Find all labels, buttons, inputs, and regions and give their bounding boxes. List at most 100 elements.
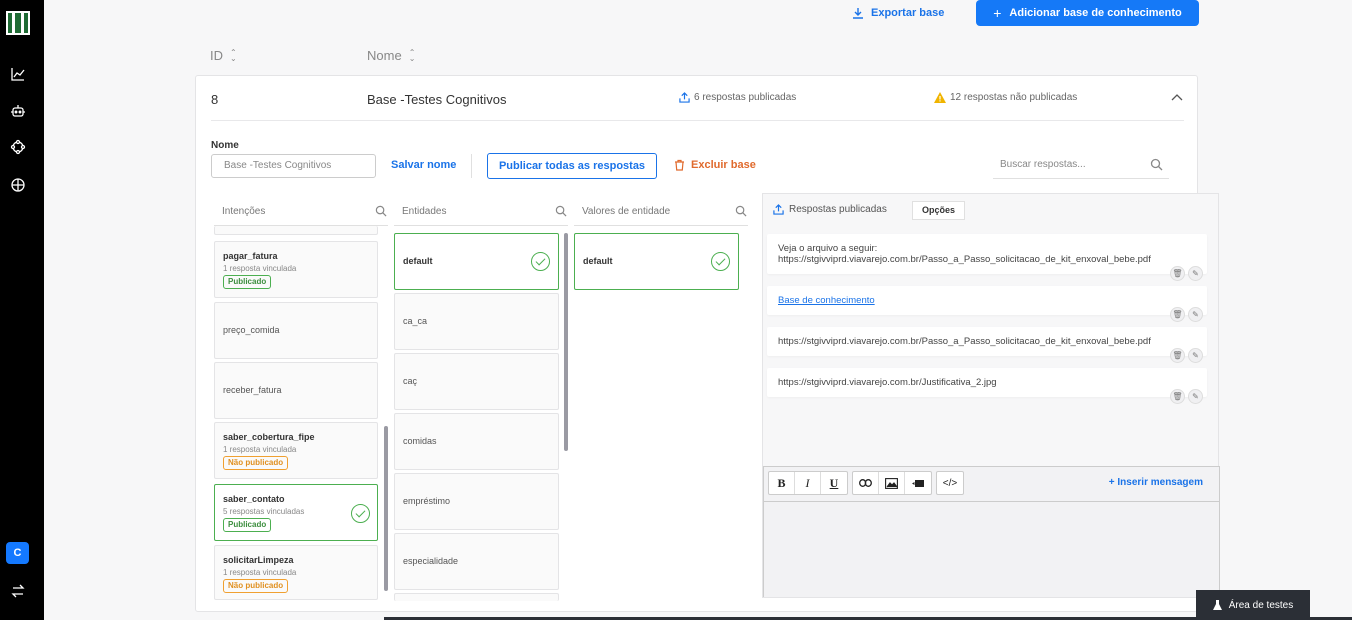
format-group: B I U <box>768 471 848 495</box>
entity-name: empréstimo <box>403 496 451 506</box>
switch-arrows-icon[interactable] <box>10 583 26 599</box>
editor-toolbar: B I U </> <box>768 471 964 495</box>
search-entities-icon[interactable] <box>555 205 567 217</box>
intent-item[interactable]: pagar_fatura 1 resposta vinculada Public… <box>214 241 378 298</box>
edit-pencil-icon[interactable]: ✎ <box>1188 348 1203 363</box>
search-responses-placeholder: Buscar respostas... <box>1000 159 1086 170</box>
intent-name: receber_fatura <box>223 385 282 395</box>
intent-item[interactable]: saber_cobertura_fipe 1 resposta vinculad… <box>214 422 378 479</box>
entity-values-header: Valores de entidade <box>582 206 671 217</box>
search-intents-icon[interactable] <box>375 205 387 217</box>
intents-header: Intenções <box>222 206 266 217</box>
integrations-icon[interactable] <box>10 139 26 155</box>
download-icon <box>853 8 863 19</box>
search-icon <box>1150 158 1163 171</box>
sidebar: C <box>0 0 44 620</box>
message-text-area[interactable] <box>764 501 1219 591</box>
name-field-label: Nome <box>211 140 239 151</box>
bold-button[interactable]: B <box>769 472 795 494</box>
italic-button[interactable]: I <box>795 472 821 494</box>
code-button[interactable]: </> <box>937 472 963 494</box>
row-name: Base -Testes Cognitivos <box>367 92 507 107</box>
entity-name: comidas <box>403 436 437 446</box>
link-icon[interactable] <box>853 472 879 494</box>
message-actions: 🗑 ✎ <box>1170 348 1203 363</box>
entity-item[interactable]: especialidade <box>394 533 559 590</box>
column-name-label: Nome <box>367 48 402 63</box>
intent-item[interactable]: solicitarLimpeza 1 resposta vinculada Nã… <box>214 545 378 600</box>
add-knowledge-base-label: Adicionar base de conhecimento <box>1009 7 1182 19</box>
intent-linked-count: 1 resposta vinculada <box>223 568 297 577</box>
column-header-id[interactable]: ID ⌃ ⌄ <box>210 48 237 63</box>
intent-item[interactable]: preço_comida <box>214 302 378 359</box>
image-icon[interactable] <box>879 472 905 494</box>
search-values-icon[interactable] <box>735 205 747 217</box>
edit-pencil-icon[interactable]: ✎ <box>1188 307 1203 322</box>
tab-published-responses[interactable]: Respostas publicadas <box>773 204 887 215</box>
insert-message-button[interactable]: + Inserir mensagem <box>1109 477 1203 488</box>
entity-item[interactable]: caç <box>394 353 559 410</box>
unpublished-count-label: 12 respostas não publicadas <box>950 92 1078 103</box>
export-base-button[interactable]: Exportar base <box>852 6 944 20</box>
tab-options[interactable]: Opções <box>912 201 965 220</box>
edit-pencil-icon[interactable]: ✎ <box>1188 266 1203 281</box>
export-base-label: Exportar base <box>871 7 945 19</box>
entity-item[interactable]: empréstimo <box>394 473 559 530</box>
save-name-button[interactable]: Salvar nome <box>391 159 456 171</box>
entity-value-item-selected[interactable]: default <box>574 233 739 290</box>
list-item[interactable] <box>214 226 378 235</box>
base-name-input[interactable]: Base -Testes Cognitivos <box>211 154 376 178</box>
entity-item[interactable]: ca_ca <box>394 293 559 350</box>
delete-icon[interactable]: 🗑 <box>1170 307 1185 322</box>
column-id-label: ID <box>210 48 223 63</box>
test-area-button[interactable]: Área de testes <box>1196 590 1310 620</box>
divider <box>471 154 472 178</box>
intent-item-selected[interactable]: saber_contato 5 respostas vinculadas Pub… <box>214 484 378 541</box>
response-link[interactable]: Base de conhecimento <box>778 295 1196 306</box>
publish-all-button[interactable]: Publicar todas as respostas <box>487 153 657 179</box>
entity-value-name: default <box>583 256 613 266</box>
entity-item[interactable]: comidas <box>394 413 559 470</box>
add-knowledge-base-button[interactable]: + Adicionar base de conhecimento <box>976 0 1199 26</box>
video-icon[interactable] <box>905 472 931 494</box>
delete-icon[interactable]: 🗑 <box>1170 348 1185 363</box>
search-responses-input[interactable]: Buscar respostas... <box>993 153 1169 179</box>
message-actions: 🗑 ✎ <box>1170 266 1203 281</box>
test-area-label: Área de testes <box>1228 599 1294 611</box>
intent-name: saber_contato <box>223 494 285 504</box>
entities-scrollbar[interactable] <box>564 233 568 451</box>
edit-pencil-icon[interactable]: ✎ <box>1188 389 1203 404</box>
upload-icon <box>679 92 690 103</box>
published-count: 6 respostas publicadas <box>679 92 796 103</box>
underline-button[interactable]: U <box>821 472 847 494</box>
check-circle-icon <box>531 252 550 271</box>
intents-scrollbar[interactable] <box>384 426 388 591</box>
flask-icon <box>1212 599 1222 610</box>
entity-item-selected[interactable]: default <box>394 233 559 290</box>
collapse-chevron-icon[interactable] <box>1171 90 1183 104</box>
warning-icon <box>934 92 946 103</box>
user-avatar[interactable]: C <box>6 542 29 564</box>
check-circle-icon <box>711 252 730 271</box>
dashboard-chart-icon[interactable] <box>10 66 26 82</box>
intent-name: preço_comida <box>223 325 280 335</box>
response-message: https://stgivviprd.viavarejo.com.br/Just… <box>767 368 1207 404</box>
app-logo[interactable] <box>6 11 30 35</box>
intent-linked-count: 5 respostas vinculadas <box>223 507 305 516</box>
list-item[interactable] <box>394 593 559 601</box>
intent-name: saber_cobertura_fipe <box>223 432 315 442</box>
intent-item[interactable]: receber_fatura <box>214 362 378 419</box>
column-header-name[interactable]: Nome ⌃ ⌄ <box>367 48 415 63</box>
globe-icon[interactable] <box>10 177 26 193</box>
delete-icon[interactable]: 🗑 <box>1170 266 1185 281</box>
delete-base-button[interactable]: Excluir base <box>674 159 756 171</box>
status-badge: Não publicado <box>223 456 289 470</box>
robot-icon[interactable] <box>10 103 26 119</box>
sort-icon: ⌃ ⌄ <box>230 47 237 63</box>
row-id: 8 <box>211 92 219 107</box>
status-badge: Não publicado <box>223 579 289 593</box>
response-text: https://stgivviprd.viavarejo.com.br/Pass… <box>778 336 1151 347</box>
delete-icon[interactable]: 🗑 <box>1170 389 1185 404</box>
entity-name: default <box>403 256 433 266</box>
insert-group <box>852 471 932 495</box>
